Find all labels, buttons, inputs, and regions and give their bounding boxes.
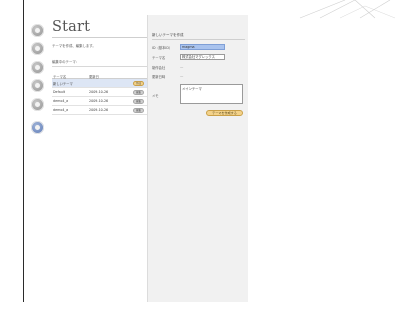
theme-name: 新しいテーマ (53, 82, 73, 86)
table-row[interactable]: demo4_a 2009-10-26 編集 (52, 97, 147, 106)
form-title: 新しいテーマを作成 (152, 33, 184, 37)
creator-label: 制作会社 (152, 66, 166, 70)
instruction-text: テーマを作成、編集します。 (52, 44, 96, 48)
step-2-icon[interactable] (31, 42, 44, 55)
step-6-icon[interactable] (31, 121, 44, 134)
id-field[interactable]: magma (180, 44, 225, 50)
theme-name: Default (53, 90, 66, 94)
theme-name-label: テーマ名 (152, 56, 166, 60)
theme-date: 2009-10-26 (89, 90, 109, 94)
step-5-icon[interactable] (31, 98, 44, 111)
table-row[interactable]: demo4_a 2009-10-26 編集 (52, 106, 147, 115)
edit-theme-button[interactable]: 編集 (133, 98, 144, 104)
title-divider (52, 37, 147, 38)
page-title: Start (52, 19, 91, 35)
table-row[interactable]: 新しいテーマ 作成 (52, 79, 147, 88)
section-divider (52, 66, 147, 67)
edit-theme-button[interactable]: 編集 (133, 107, 144, 113)
step-3-icon[interactable] (31, 61, 44, 74)
theme-table: テーマ名 更新日 新しいテーマ 作成 Default 2009-10-26 編集… (52, 73, 147, 115)
theme-date: 2009-10-26 (89, 108, 109, 112)
current-theme-label: 編集中のテーマ： (52, 60, 80, 64)
id-label: ID（基本ID） (152, 46, 173, 50)
page-frame-border (23, 0, 24, 302)
step-1-icon[interactable] (31, 24, 44, 37)
theme-name-field[interactable]: 株式会社マグレックス (180, 54, 225, 60)
edit-theme-button[interactable]: 編集 (133, 89, 144, 95)
step-4-icon[interactable] (31, 79, 44, 92)
create-theme-button[interactable]: 作成 (133, 80, 144, 86)
memo-textarea[interactable]: メインテーマ (180, 84, 243, 104)
theme-form-panel: 新しいテーマを作成 ID（基本ID） magma テーマ名 株式会社マグレックス… (147, 15, 248, 302)
form-divider (152, 39, 245, 40)
updated-value: — (180, 74, 184, 78)
updated-label: 更新日時 (152, 75, 166, 79)
theme-date: 2009-10-26 (89, 99, 109, 103)
theme-name: demo4_a (53, 99, 69, 103)
creator-value: — (180, 65, 184, 69)
create-theme-submit-button[interactable]: テーマを作成する (206, 110, 243, 116)
memo-label: メモ (152, 94, 159, 98)
app-window: Start テーマを作成、編集します。 編集中のテーマ： テーマ名 更新日 新し… (0, 0, 420, 309)
table-row[interactable]: Default 2009-10-26 編集 (52, 88, 147, 97)
theme-name: demo4_a (53, 108, 69, 112)
